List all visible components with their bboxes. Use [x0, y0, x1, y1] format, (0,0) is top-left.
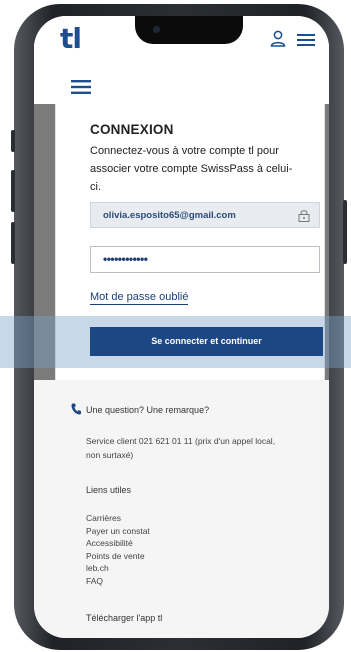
- footer-link[interactable]: Accessibilité: [86, 537, 150, 550]
- login-description: Connectez-vous à votre compte tl pour as…: [90, 145, 293, 193]
- login-submit-button[interactable]: Se connecter et continuer: [90, 327, 323, 356]
- footer-link[interactable]: Payer un constat: [86, 525, 150, 538]
- side-button-power: [343, 200, 347, 264]
- password-value: ••••••••••••: [103, 252, 148, 266]
- footer-links-heading: Liens utiles: [86, 485, 132, 495]
- footer-link[interactable]: FAQ: [86, 575, 150, 588]
- password-field[interactable]: ••••••••••••: [90, 246, 320, 273]
- footer: [34, 380, 329, 638]
- phone-notch: [135, 16, 243, 44]
- forgot-password-link[interactable]: Mot de passe oublié: [90, 291, 189, 305]
- side-button-volume-up: [11, 170, 15, 212]
- footer-link[interactable]: Points de vente: [86, 550, 150, 563]
- footer-links-list: Carrières Payer un constat Accessibilité…: [86, 512, 150, 588]
- user-icon[interactable]: [270, 30, 286, 47]
- footer-link[interactable]: leb.ch: [86, 562, 150, 575]
- side-button-silent: [11, 130, 15, 152]
- phone-icon: [71, 403, 81, 415]
- camera-icon: [153, 26, 160, 33]
- footer-service-text: Service client 021 621 01 11 (prix d'un …: [86, 436, 276, 460]
- screen-content: tl CONNEXION Connectez-vous à votre comp…: [34, 16, 329, 638]
- tl-logo[interactable]: tl: [60, 22, 82, 55]
- menu-icon[interactable]: [297, 34, 315, 46]
- footer-question: Une question? Une remarque?: [86, 405, 210, 415]
- email-value: olivia.esposito65@gmail.com: [103, 210, 236, 221]
- footer-link[interactable]: Carrières: [86, 512, 150, 525]
- lock-icon: [298, 210, 310, 222]
- login-title: CONNEXION: [90, 122, 174, 137]
- highlight-band-left: [0, 316, 34, 368]
- highlight-band-right: [329, 316, 351, 368]
- email-field[interactable]: olivia.esposito65@gmail.com: [90, 202, 320, 228]
- footer-download-label: Télécharger l'app tl: [86, 613, 163, 623]
- menu-icon[interactable]: [71, 80, 91, 94]
- side-button-volume-down: [11, 222, 15, 264]
